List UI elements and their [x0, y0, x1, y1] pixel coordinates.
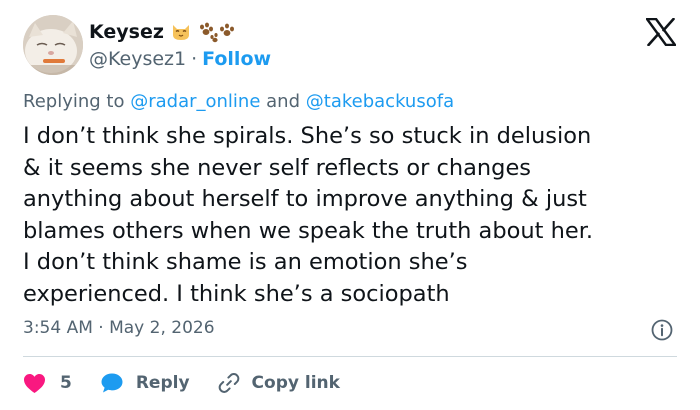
cat-face-emoji	[172, 25, 189, 40]
follow-button[interactable]: Follow	[202, 48, 271, 70]
reply-target-user-1[interactable]: @radar_online	[130, 91, 260, 112]
like-count: 5	[60, 373, 72, 393]
reply-target-user-2[interactable]: @takebackusofa	[306, 91, 454, 112]
avatar[interactable]	[23, 15, 83, 75]
paw-prints-emoji	[199, 22, 234, 43]
separator-dot: ·	[191, 48, 198, 70]
cat-photo-avatar	[23, 15, 83, 75]
replying-to-line: Replying to @radar_online and @takebacku…	[23, 91, 454, 112]
tweet-text: I don’t think she spirals. She’s so stuc…	[23, 121, 683, 310]
x-logo-icon[interactable]	[646, 18, 676, 46]
info-icon[interactable]	[651, 319, 673, 341]
handle-row: @Keysez1 · Follow	[89, 47, 271, 71]
tweet-text-line: I don’t think shame is an emotion she’s	[23, 249, 468, 275]
tweet-text-line: anything about herself to improve anythi…	[23, 186, 587, 212]
tweet-card: Keysez @Keysez1 · Follow Replying to @ra…	[0, 0, 700, 410]
replying-conjunction: and	[266, 91, 301, 112]
user-handle[interactable]: @Keysez1	[89, 48, 186, 70]
like-button[interactable]: 5	[23, 373, 72, 394]
tweet-text-line: & it seems she never self reflects or ch…	[23, 154, 532, 181]
author-name-row: Keysez	[89, 19, 239, 45]
reply-button[interactable]: Reply	[100, 372, 190, 394]
display-name[interactable]: Keysez	[89, 21, 164, 43]
action-bar: 5 Reply Copy link	[23, 370, 340, 396]
tweet-text-line: I don’t think she spirals. She’s so stuc…	[23, 123, 592, 149]
tweet-text-line: experienced. I think she’s a sociopath	[23, 280, 450, 307]
reply-label: Reply	[135, 373, 190, 393]
divider	[23, 356, 677, 357]
heart-icon	[24, 373, 45, 393]
replying-prefix: Replying to	[23, 91, 125, 112]
tweet-timestamp[interactable]: 3:54 AM · May 2, 2026	[23, 318, 215, 338]
tweet-text-line: blames others when we speak the truth ab…	[23, 217, 594, 244]
copy-link-button[interactable]: Copy link	[218, 372, 340, 394]
copy-link-label: Copy link	[251, 373, 340, 393]
reply-bubble-icon	[101, 373, 123, 393]
link-icon	[218, 373, 239, 393]
